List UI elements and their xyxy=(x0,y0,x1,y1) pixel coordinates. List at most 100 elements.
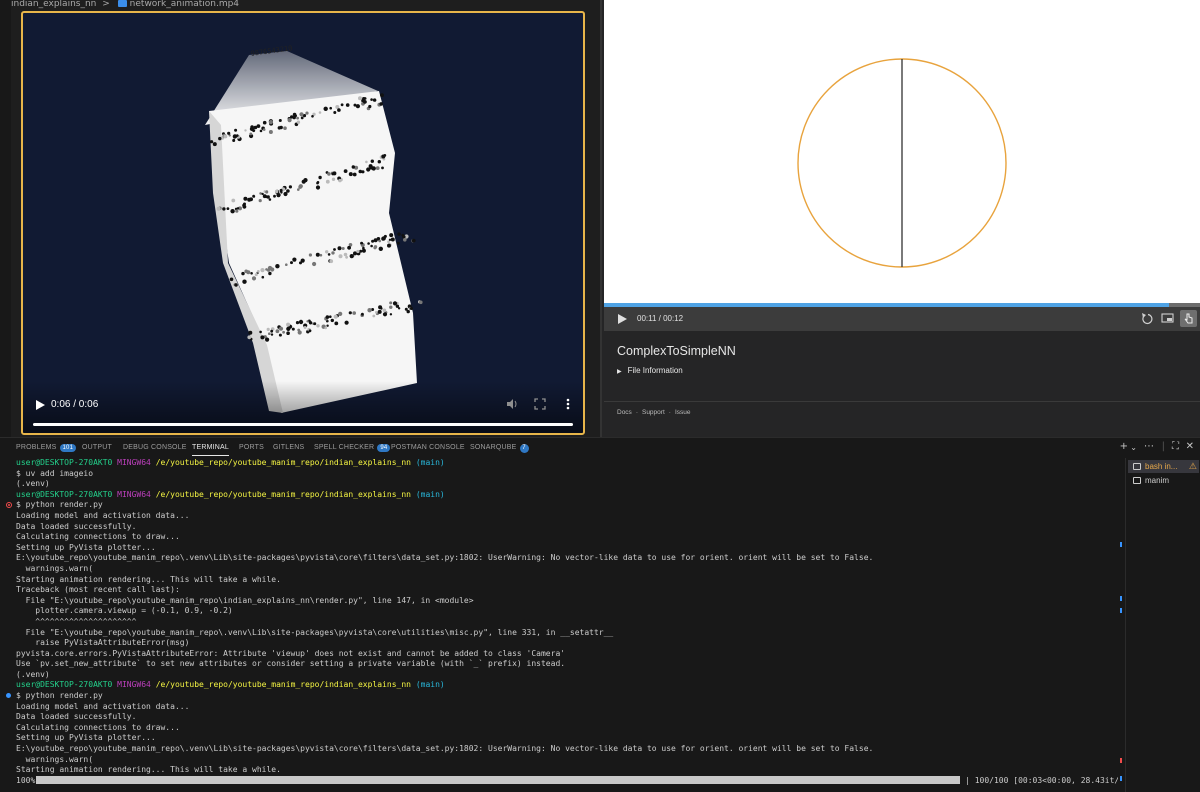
play-icon[interactable] xyxy=(616,313,628,325)
terminal-line: Calculating connections to draw... xyxy=(0,723,1118,734)
count-badge: 101 xyxy=(59,444,77,452)
tab-label: POSTMAN CONSOLE xyxy=(391,444,465,451)
scroll-marker xyxy=(1120,596,1122,601)
breadcrumb-file[interactable]: network_animation.mp4 xyxy=(130,0,239,9)
tab-label: PROBLEMS xyxy=(16,444,57,451)
terminal-item-label: bash in... xyxy=(1145,462,1178,471)
neuron-dot xyxy=(382,308,387,313)
terminal-line-text: (.venv) xyxy=(16,479,50,489)
issue-link[interactable]: Issue xyxy=(675,409,691,416)
tab-label: DEBUG CONSOLE xyxy=(123,444,187,451)
command-error-icon[interactable] xyxy=(6,502,12,509)
new-terminal-icon[interactable]: + xyxy=(1120,441,1128,452)
preview-time: 00:11 / 00:12 xyxy=(637,314,684,323)
tab-label: OUTPUT xyxy=(82,444,112,451)
tab-ports[interactable]: PORTS xyxy=(239,444,264,451)
tab-spell-checker[interactable]: SPELL CHECKER 94 xyxy=(314,444,391,452)
neuron-dot xyxy=(234,283,237,286)
terminal-line: Data loaded successfully. xyxy=(0,522,1118,533)
loop-icon[interactable] xyxy=(1139,310,1156,327)
progress-percent: 100% xyxy=(16,775,36,785)
terminal-line: warnings.warn( xyxy=(0,755,1118,766)
tab-sonarqube[interactable]: SONARQUBE 7 xyxy=(470,444,529,453)
tab-postman-console[interactable]: POSTMAN CONSOLE xyxy=(391,444,465,451)
more-vert-icon[interactable] xyxy=(563,397,573,411)
tab-gitlens[interactable]: GITLENS xyxy=(273,444,304,451)
prompt-system: MINGW64 xyxy=(117,489,151,499)
neuron-dot xyxy=(260,268,265,273)
neuron-dot xyxy=(333,314,338,319)
terminal-item-bash[interactable]: bash in... ⚠ xyxy=(1128,460,1199,473)
terminal-line: Loading model and activation data... xyxy=(0,702,1118,713)
terminal-output[interactable]: user@DESKTOP-270AKT0 MINGW64 /e/youtube_… xyxy=(0,458,1118,792)
prompt-path: /e/youtube_repo/youtube_manim_repo/india… xyxy=(155,680,411,690)
tab-problems[interactable]: PROBLEMS 101 xyxy=(16,444,77,452)
command-status-icon[interactable] xyxy=(6,693,11,699)
neuron-dot xyxy=(387,243,391,248)
toolbar-divider: | xyxy=(1161,441,1165,452)
prompt-branch: (main) xyxy=(415,489,445,499)
neuron-dot xyxy=(212,142,217,147)
neuron-dot xyxy=(366,167,371,172)
neuron-dot xyxy=(303,178,308,183)
neuron-dot xyxy=(316,181,320,184)
neuron-dot xyxy=(356,249,360,254)
video-file-icon xyxy=(117,0,127,7)
neuron-dot xyxy=(241,271,245,276)
neuron-dot xyxy=(296,116,299,120)
tab-label: SONARQUBE xyxy=(470,444,517,451)
neuron-dot xyxy=(333,111,337,114)
breadcrumb-folder[interactable]: indian_explains_nn xyxy=(11,0,96,9)
file-information-toggle[interactable]: ▶ File Information xyxy=(617,366,683,375)
support-link[interactable]: Support xyxy=(642,409,665,416)
terminal-scrollbar[interactable] xyxy=(1118,458,1125,792)
neuron-dot xyxy=(256,270,260,273)
more-actions-icon[interactable]: ⋯ xyxy=(1144,441,1154,452)
terminal-line-text: $ python render.py xyxy=(16,500,103,510)
terminal-line-text: Data loaded successfully. xyxy=(16,521,137,531)
maximize-panel-icon[interactable]: ⛶ xyxy=(1172,441,1179,452)
prompt-branch: (main) xyxy=(415,680,445,690)
volume-icon[interactable] xyxy=(505,397,519,411)
pointer-icon[interactable] xyxy=(1180,310,1197,327)
neuron-dot xyxy=(323,106,328,112)
video-player[interactable]: 9876543210 0:06 / 0:06 xyxy=(21,11,585,435)
terminal-line: Use `pv.set_new_attribute` to set new at… xyxy=(0,659,1118,670)
neuron-dot xyxy=(325,315,330,319)
neuron-dot xyxy=(297,328,301,332)
neuron-dot xyxy=(278,326,284,331)
tab-terminal[interactable]: TERMINAL xyxy=(192,444,229,456)
prompt-system: MINGW64 xyxy=(117,680,151,690)
terminal-item-manim[interactable]: manim xyxy=(1128,474,1199,487)
neuron-dot xyxy=(338,311,343,316)
play-icon[interactable] xyxy=(33,398,47,412)
docs-link[interactable]: Docs xyxy=(617,409,632,416)
fullscreen-icon[interactable] xyxy=(533,397,547,411)
tab-label: SPELL CHECKER xyxy=(314,444,375,451)
terminal-dropdown-icon[interactable]: ⌄ xyxy=(1130,443,1137,452)
terminal-line-text: Loading model and activation data... xyxy=(16,701,190,711)
neuron-dot xyxy=(381,166,384,170)
neuron-dot xyxy=(216,206,221,211)
close-panel-icon[interactable]: ✕ xyxy=(1186,441,1194,452)
neuron-dot xyxy=(250,272,253,275)
tab-output[interactable]: OUTPUT xyxy=(82,444,112,451)
file-information-label: File Information xyxy=(627,366,683,375)
neuron-dot xyxy=(348,311,352,315)
terminal-line-text: E:\youtube_repo\youtube_manim_repo\.venv… xyxy=(16,553,874,563)
terminal-line-text: Starting animation rendering... This wil… xyxy=(16,765,281,775)
activity-bar-strip xyxy=(0,0,11,437)
tab-debug-console[interactable]: DEBUG CONSOLE xyxy=(123,444,187,451)
video-progress-bar[interactable] xyxy=(33,423,573,426)
neuron-dot xyxy=(308,321,313,325)
pip-icon[interactable] xyxy=(1159,310,1176,327)
neuron-dot xyxy=(223,134,228,139)
neuron-dot xyxy=(287,118,292,123)
terminal-line: Traceback (most recent call last): xyxy=(0,585,1118,596)
neuron-dot xyxy=(345,103,350,107)
neuron-dot xyxy=(273,194,276,198)
neuron-dot xyxy=(299,112,304,117)
terminal-progress-line: 100% | 100/100 [00:03<00:00, 28.43it/s] xyxy=(0,775,1118,787)
neuron-dot xyxy=(419,300,423,305)
neuron-dot xyxy=(268,130,273,134)
